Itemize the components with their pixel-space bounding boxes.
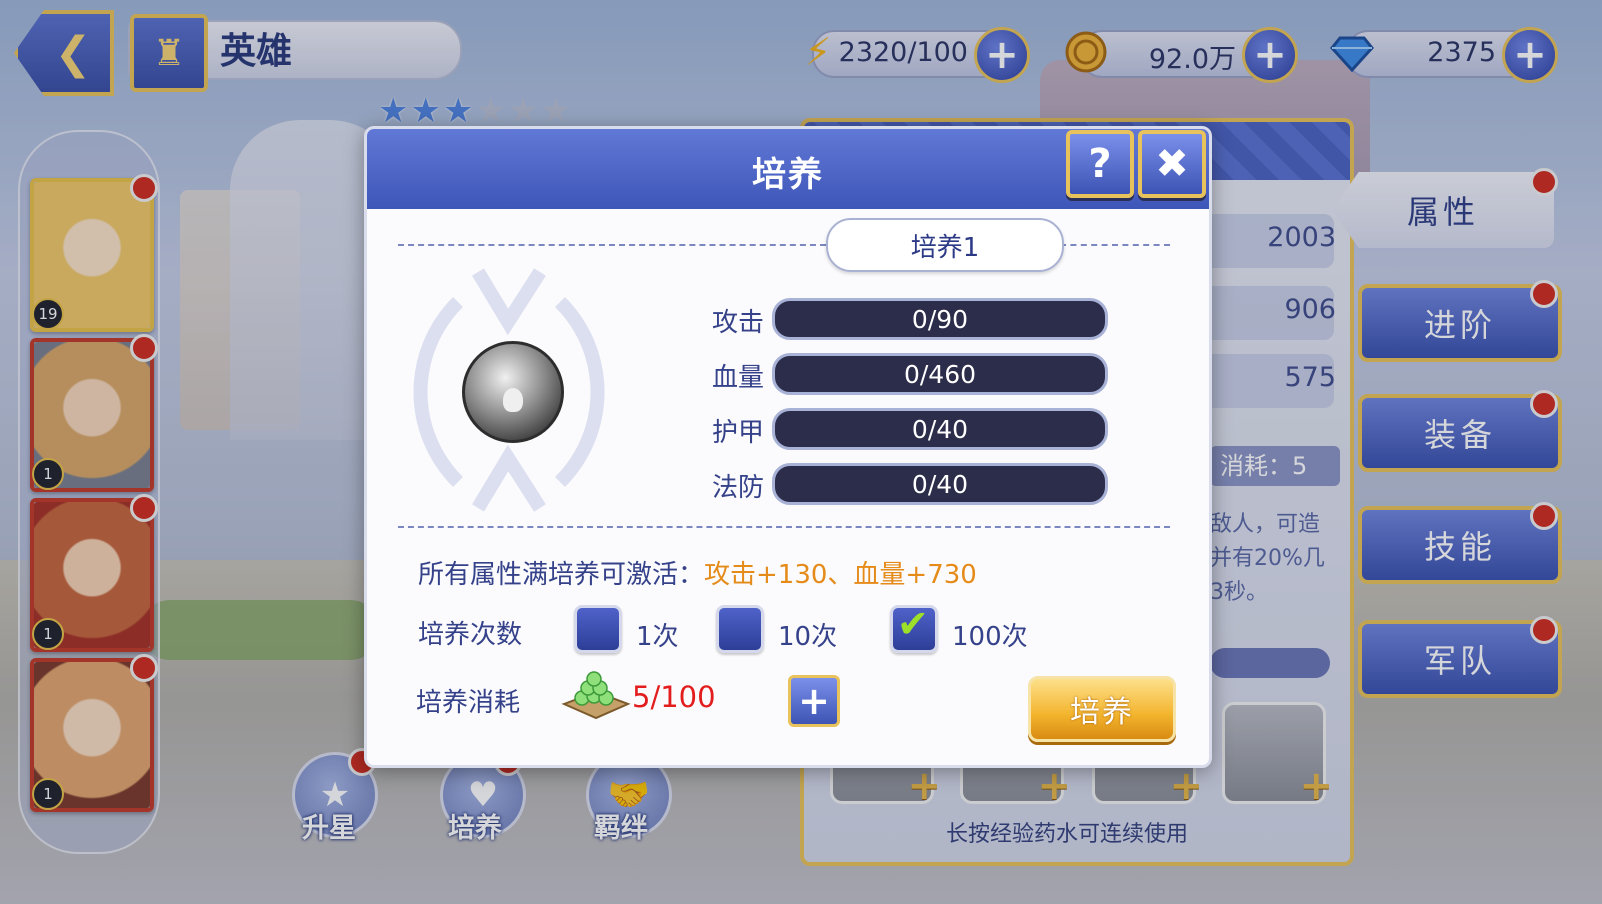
question-icon: ? <box>1088 141 1112 187</box>
train-cost-label: 培养消耗 <box>416 688 521 718</box>
times-10-checkbox[interactable] <box>716 605 764 653</box>
stat-progress-value: 0/40 <box>911 469 969 499</box>
times-option-label: 100次 <box>952 622 1028 652</box>
train-orb-icon <box>462 341 564 443</box>
times-option-label: 1次 <box>636 622 679 652</box>
attack-progress-bar: 0/90 <box>772 298 1108 340</box>
add-material-button[interactable]: + <box>788 675 840 727</box>
times-option-label: 10次 <box>778 622 838 652</box>
stat-progress-value: 0/460 <box>903 359 977 389</box>
full-train-bonus: 所有属性满培养可激活：攻击+130、血量+730 <box>418 554 977 591</box>
close-icon: ✖ <box>1155 141 1189 187</box>
help-button[interactable]: ? <box>1066 130 1134 198</box>
train-pill-icon <box>561 671 631 720</box>
game-screen: ❮ ♜ 英雄 ⚡ 2320/100 + 92.0万 + 2375 + ★ ★ ★… <box>0 0 1602 904</box>
times-1-checkbox[interactable] <box>574 605 622 653</box>
armor-progress-bar: 0/40 <box>772 408 1108 450</box>
times-100-checkbox[interactable]: ✔ <box>890 602 938 653</box>
bonus-prefix: 所有属性满培养可激活： <box>418 560 705 590</box>
magic-resist-progress-bar: 0/40 <box>772 463 1108 505</box>
tab-train-1[interactable]: 培养1 <box>826 218 1064 272</box>
stat-label: 法防 <box>712 473 765 503</box>
close-button[interactable]: ✖ <box>1138 130 1206 198</box>
stat-progress-value: 0/40 <box>911 414 969 444</box>
plus-icon: + <box>798 679 830 723</box>
divider <box>1060 244 1170 246</box>
stat-label: 血量 <box>712 363 765 393</box>
hp-progress-bar: 0/460 <box>772 353 1108 395</box>
stat-label: 攻击 <box>712 308 765 338</box>
train-button[interactable]: 培养 <box>1028 676 1176 742</box>
bonus-value: 攻击+130、血量+730 <box>704 560 977 590</box>
checkmark-icon: ✔ <box>897 602 929 646</box>
divider <box>398 244 826 246</box>
stat-label: 护甲 <box>712 418 765 448</box>
divider <box>398 526 1170 528</box>
train-cost-value: 5/100 <box>632 680 716 714</box>
stat-progress-value: 0/90 <box>911 304 969 334</box>
train-times-label: 培养次数 <box>418 620 523 650</box>
